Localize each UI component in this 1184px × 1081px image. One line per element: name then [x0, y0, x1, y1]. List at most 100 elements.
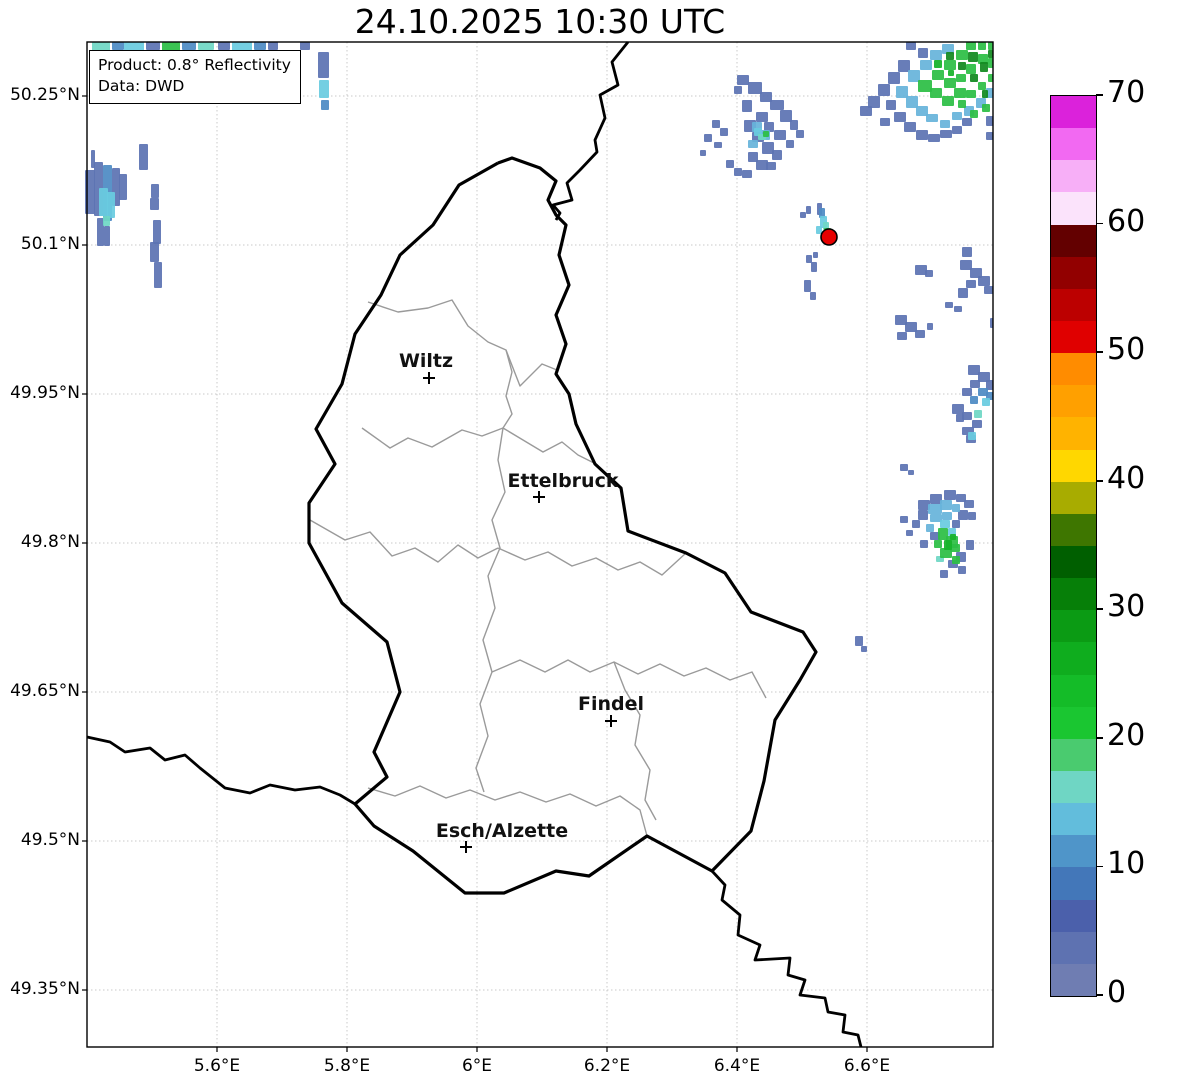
colorbar-color-block: [1051, 835, 1096, 867]
radar-echo-light-blue: [940, 500, 952, 510]
radar-echo-slate-blue: [908, 470, 914, 475]
radar-echo-slate-blue: [756, 112, 768, 122]
radar-echo-slate-blue: [734, 168, 742, 176]
colorbar-tick-label: 20: [1107, 718, 1145, 753]
radar-echo-slate-blue: [916, 130, 928, 140]
radar-echo-slate-blue: [734, 86, 742, 94]
data-source-label: Data: DWD: [98, 76, 291, 97]
radar-map: [0, 0, 1184, 1081]
radar-echo-slate-blue: [904, 122, 916, 132]
radar-echo-blue: [970, 396, 978, 404]
radar-echo-slate-blue: [300, 42, 310, 50]
radar-echo-slate-blue: [268, 42, 278, 50]
y-tick-label: 49.95°N: [0, 383, 80, 403]
radar-echo-cyan: [968, 432, 976, 440]
radar-echo-green: [934, 540, 942, 548]
colorbar-color-block: [1051, 450, 1096, 482]
radar-echo-slate-blue: [962, 247, 972, 257]
radar-echo-slate-blue: [958, 566, 966, 574]
colorbar-color-block: [1051, 417, 1096, 449]
radar-echo-green: [956, 50, 968, 60]
x-tick-label: 6.6°E: [822, 1056, 912, 1076]
radar-echo-slate-blue: [897, 332, 907, 340]
radar-echo-light-blue: [926, 524, 934, 532]
radar-echo-light-blue: [942, 512, 952, 520]
x-tick-label: 6°E: [432, 1056, 522, 1076]
colorbar-color-block: [1051, 96, 1096, 128]
radar-echo-slate-blue: [104, 226, 110, 246]
radar-echo-slate-blue: [720, 128, 728, 136]
radar-echo-slate-blue: [966, 280, 976, 288]
radar-echo-slate-blue: [154, 262, 162, 288]
radar-echo-slate-blue: [786, 140, 794, 148]
radar-echo-green: [932, 70, 944, 80]
radar-echo-light-blue: [926, 114, 938, 122]
radar-echo-light-blue: [952, 112, 962, 120]
radar-echo-dark-green: [980, 62, 988, 72]
radar-echo-slate-blue: [940, 570, 948, 578]
radar-echo-slate-blue: [940, 130, 952, 138]
plot-frame: [87, 42, 993, 1047]
x-tick-label: 6.2°E: [562, 1056, 652, 1076]
radar-echo-blue: [112, 42, 124, 50]
radar-echo-slate-blue: [952, 520, 960, 528]
radar-echo-green: [944, 60, 956, 70]
colorbar-tick-label: 30: [1107, 589, 1145, 624]
district-border: [368, 300, 557, 386]
radar-echo-slate-blue: [855, 636, 863, 646]
colorbar-tick-mark: [1096, 608, 1103, 610]
radar-echo-slate-blue: [986, 132, 993, 140]
radar-echo-slate-blue: [811, 262, 817, 272]
radar-echo-slate-blue: [966, 540, 974, 550]
radar-echo-slate-blue: [918, 48, 928, 58]
colorbar-color-block: [1051, 675, 1096, 707]
radar-echo-slate-blue: [813, 252, 818, 258]
radar-echo-green: [978, 42, 986, 50]
radar-echo-slate-blue: [906, 530, 913, 536]
radar-echo-green: [982, 104, 990, 112]
radar-echo-cyan: [319, 80, 329, 98]
radar-echo-slate-blue: [861, 646, 867, 652]
radar-echo-dark-green: [982, 90, 988, 98]
y-tick-label: 49.5°N: [0, 830, 80, 850]
colorbar-color-block: [1051, 385, 1096, 417]
colorbar-tick-mark: [1096, 737, 1103, 739]
radar-echo-bright-green: [950, 534, 956, 540]
radar-echo-slate-blue: [806, 255, 812, 263]
radar-echo-slate-blue: [150, 242, 159, 262]
city-marker-cross: [460, 841, 472, 853]
radar-echo-green: [942, 96, 954, 106]
radar-echo-slate-blue: [742, 170, 752, 178]
colorbar-color-block: [1051, 932, 1096, 964]
city-label: Wiltz: [399, 350, 453, 372]
radar-echo-slate-blue: [712, 120, 720, 128]
radar-echo-green: [763, 131, 769, 137]
radar-echo-slate-blue: [700, 150, 706, 156]
city-marker-cross: [423, 372, 435, 384]
radar-echo-green: [918, 80, 932, 92]
radar-echo-light-blue: [908, 70, 920, 82]
colorbar-color-block: [1051, 321, 1096, 353]
radar-echo-slate-blue: [880, 118, 890, 126]
radar-echo-slate-blue: [925, 270, 933, 277]
colorbar-tick-label: 40: [1107, 461, 1145, 496]
colorbar-color-block: [1051, 289, 1096, 321]
colorbar-color-block: [1051, 707, 1096, 739]
radar-echo-slate-blue: [800, 212, 806, 218]
radar-echo-bright-green: [948, 70, 954, 76]
radar-echo-slate-blue: [968, 512, 976, 520]
colorbar-tick-mark: [1096, 994, 1103, 996]
colorbar-tick-mark: [1096, 223, 1103, 225]
radar-echo-slate-blue: [962, 388, 972, 396]
radar-echo-slate-blue: [868, 96, 880, 108]
colorbar-color-block: [1051, 482, 1096, 514]
radar-echo-slate-blue: [954, 306, 962, 312]
radar-echo-slate-blue: [878, 84, 890, 96]
radar-echo-slate-blue: [91, 150, 95, 168]
radar-echo-slate-blue: [796, 130, 804, 138]
radar-echo-cyan: [99, 188, 108, 216]
radar-echo-cyan: [816, 226, 822, 234]
y-tick-label: 50.25°N: [0, 85, 80, 105]
neighbor-country-border: [712, 871, 861, 1047]
radar-echo-slate-blue: [726, 160, 734, 168]
